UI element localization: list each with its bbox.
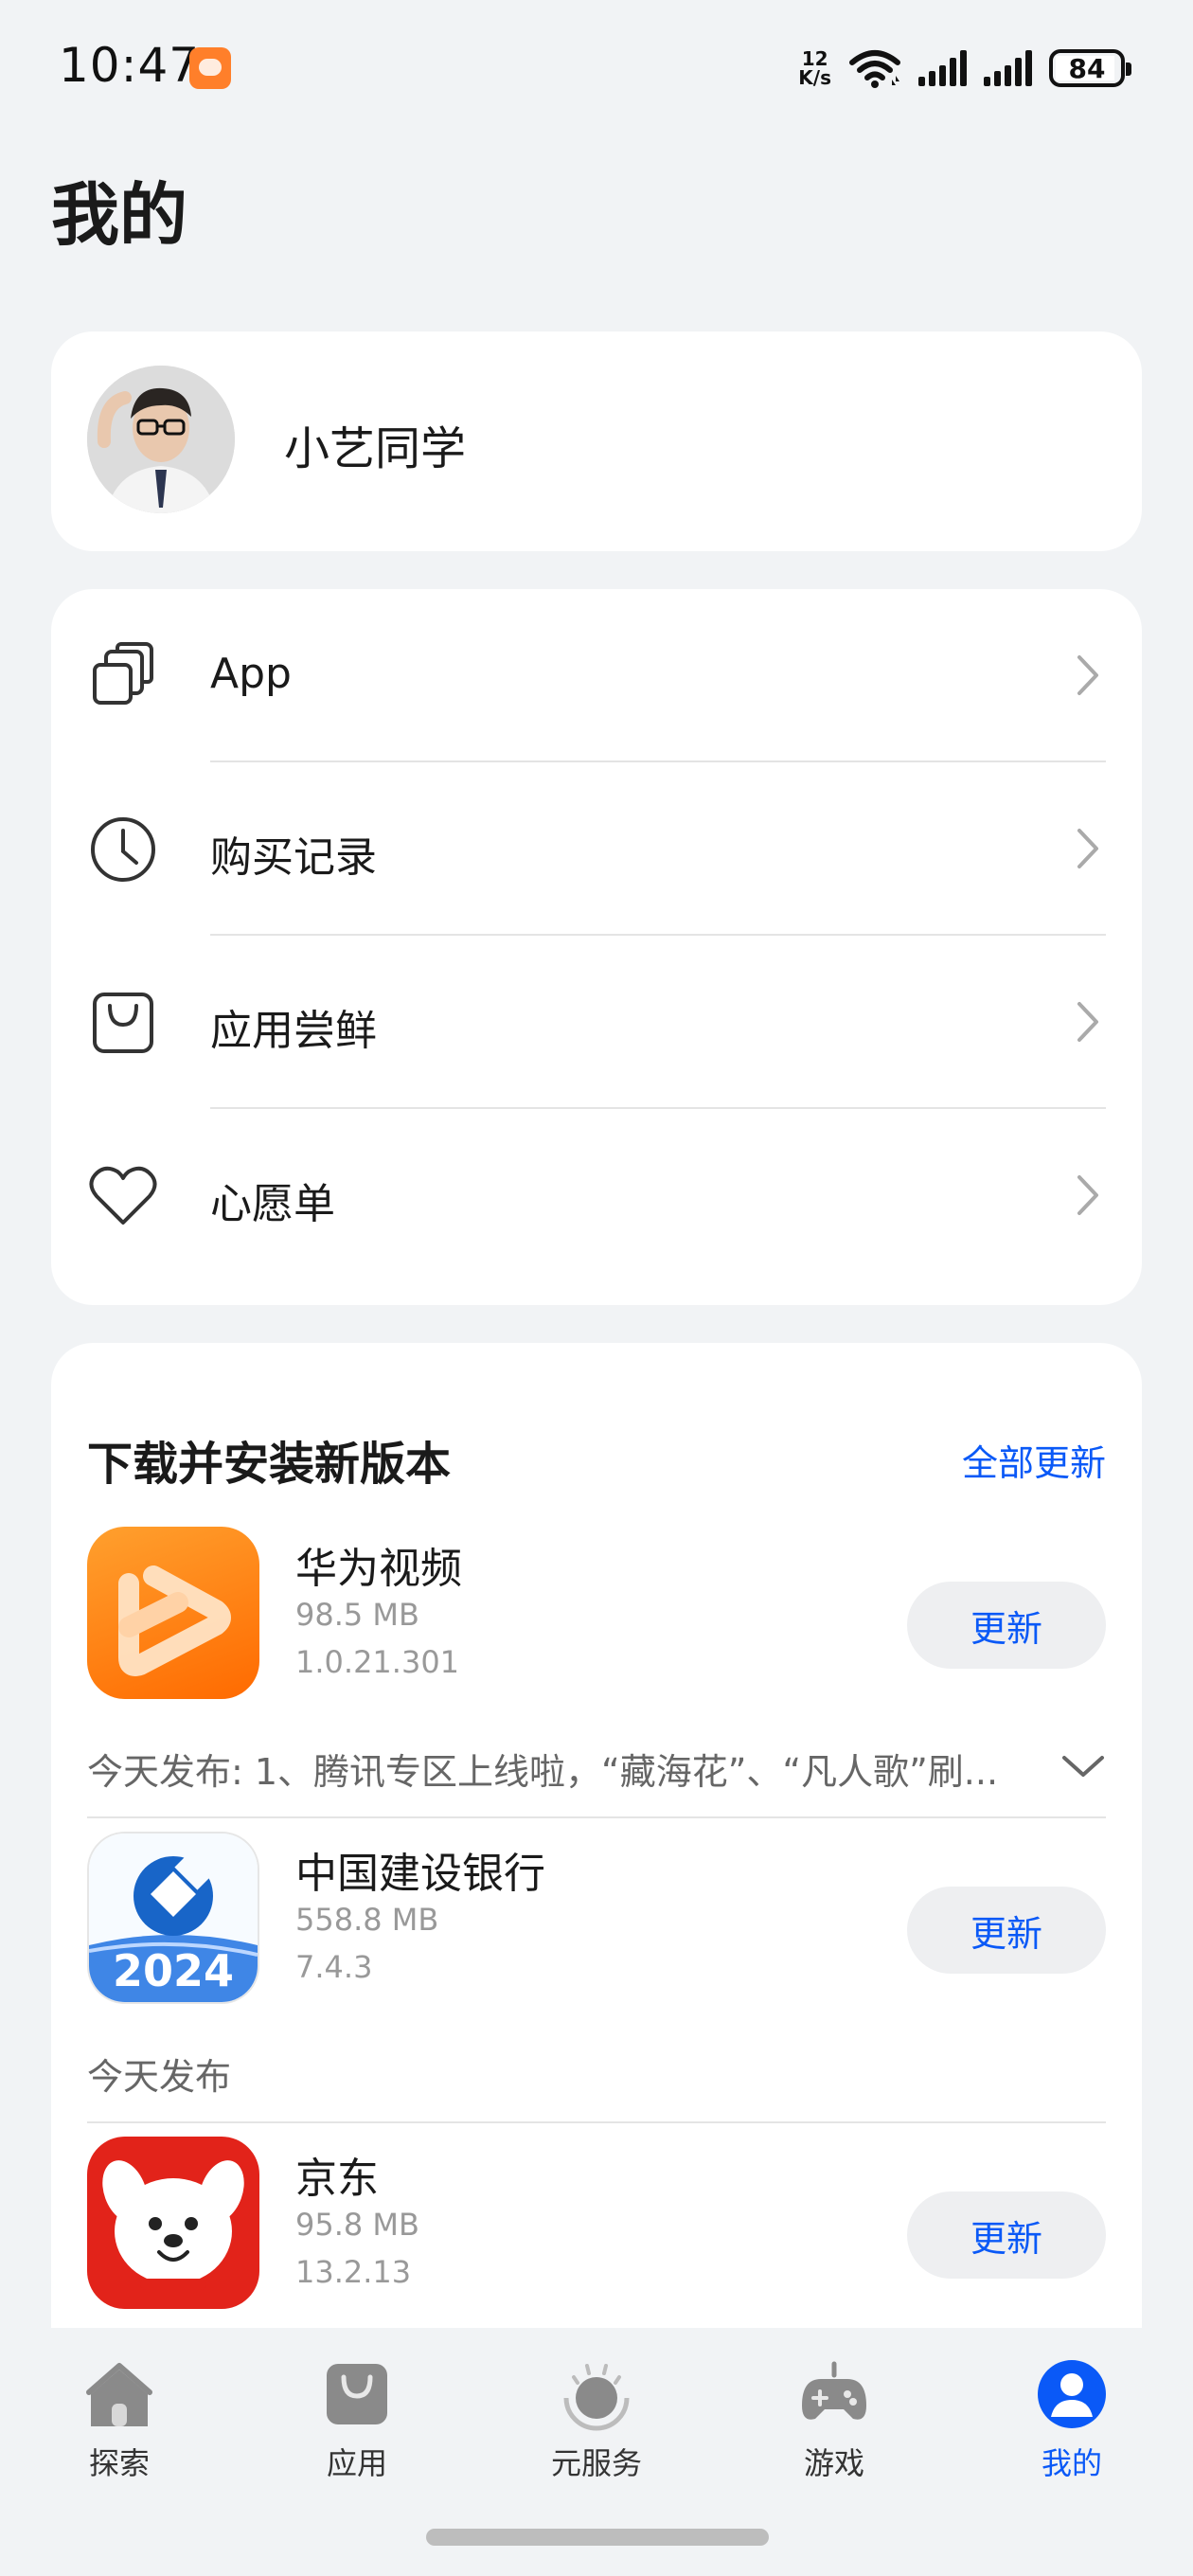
menu-item-label: 购买记录: [210, 833, 377, 882]
huawei-video-app-icon: [87, 1527, 259, 1699]
tab-label: 元服务: [550, 2445, 642, 2481]
ccb-app-icon: 2024: [87, 1832, 259, 2004]
app-version: 1.0.21.301: [295, 1644, 460, 1680]
status-indicators: 12 K/s 84: [798, 42, 1131, 95]
app-name: 中国建设银行: [295, 1850, 545, 1898]
app-icon-text: 2024: [112, 1945, 235, 1996]
tab-explore[interactable]: 探索: [44, 2356, 195, 2498]
status-time: 10:47: [59, 38, 201, 93]
tab-label: 应用: [326, 2445, 387, 2481]
menu-item-app[interactable]: App: [51, 589, 1142, 762]
atomic-service-icon: [563, 2364, 630, 2431]
house-icon: [86, 2363, 152, 2426]
signal-strength-icon-1: [918, 50, 967, 86]
menu-item-label: App: [210, 650, 292, 698]
avatar[interactable]: [87, 366, 235, 513]
app-update-item[interactable]: 华为视频 98.5 MB 1.0.21.301 更新: [51, 1527, 1142, 1716]
chevron-right-icon: [1077, 1175, 1098, 1215]
wifi-icon: [849, 50, 900, 88]
page-title: 我的: [51, 175, 188, 255]
tab-me[interactable]: 我的: [996, 2356, 1148, 2498]
heart-icon: [89, 1166, 157, 1225]
app-name: 京东: [295, 2155, 379, 2203]
avatar-image: [87, 366, 235, 513]
gamepad-icon: [802, 2361, 866, 2420]
update-all-button[interactable]: 全部更新: [962, 1434, 1106, 1486]
menu-item-label: 应用尝鲜: [210, 1007, 377, 1055]
home-indicator[interactable]: [426, 2529, 769, 2546]
tab-label: 探索: [88, 2445, 150, 2481]
app-version: 13.2.13: [295, 2254, 412, 2290]
menu-card: App 购买记录 应用尝鲜 心愿单: [51, 589, 1142, 1305]
chevron-down-icon[interactable]: [1060, 1752, 1106, 1780]
app-version: 7.4.3: [295, 1949, 373, 1985]
app-size: 98.5 MB: [295, 1597, 419, 1633]
divider: [87, 1816, 1106, 1818]
jd-app-icon: [87, 2137, 259, 2309]
tab-label: 我的: [1041, 2445, 1102, 2481]
menu-item-label: 心愿单: [210, 1180, 335, 1228]
status-bar: 10:47 12 K/s 84: [0, 0, 1193, 133]
menu-item-purchase-history[interactable]: 购买记录: [51, 762, 1142, 936]
notification-app-icon: [189, 47, 231, 89]
chevron-right-icon: [1077, 1002, 1098, 1042]
clock-icon: [91, 817, 155, 882]
update-button[interactable]: 更新: [907, 1887, 1106, 1974]
profile-name: 小艺同学: [284, 422, 467, 475]
bag-icon: [327, 2364, 387, 2424]
updates-card: 下载并安装新版本 全部更新 华为视频 98.5 MB 1.0.21.301 更新…: [51, 1343, 1142, 2328]
menu-item-wishlist[interactable]: 心愿单: [51, 1109, 1142, 1282]
chevron-right-icon: [1077, 655, 1098, 695]
battery-icon: 84: [1049, 49, 1131, 87]
person-icon: [1038, 2360, 1106, 2428]
app-size: 558.8 MB: [295, 1902, 439, 1938]
release-note: 今天发布: 1、腾讯专区上线啦，“藏海花”、“凡人歌”刷...: [87, 1751, 999, 1793]
stacked-windows-icon: [93, 642, 153, 705]
shopping-bag-icon: [93, 993, 153, 1053]
update-button[interactable]: 更新: [907, 1582, 1106, 1669]
battery-level: 84: [1068, 52, 1106, 84]
app-update-item[interactable]: 2024 中国建设银行 558.8 MB 7.4.3 更新: [51, 1832, 1142, 2021]
tab-label: 游戏: [803, 2445, 864, 2481]
update-button[interactable]: 更新: [907, 2191, 1106, 2279]
network-speed-value: 12: [801, 47, 828, 70]
divider: [87, 2121, 1106, 2123]
profile-card[interactable]: 小艺同学: [51, 331, 1142, 551]
tab-atomic-services[interactable]: 元服务: [521, 2356, 672, 2498]
tab-apps[interactable]: 应用: [281, 2356, 433, 2498]
tab-games[interactable]: 游戏: [758, 2356, 910, 2498]
app-update-item[interactable]: 京东 95.8 MB 13.2.13 更新: [51, 2137, 1142, 2326]
signal-strength-icon-2: [984, 50, 1032, 86]
updates-section-title: 下载并安装新版本: [87, 1438, 452, 1491]
app-size: 95.8 MB: [295, 2207, 419, 2243]
app-name: 华为视频: [295, 1545, 462, 1593]
network-speed-unit: K/s: [798, 66, 831, 89]
menu-item-app-trial[interactable]: 应用尝鲜: [51, 936, 1142, 1109]
chevron-right-icon: [1077, 829, 1098, 868]
release-note: 今天发布: [87, 2056, 232, 2098]
network-speed: 12 K/s: [798, 49, 831, 87]
